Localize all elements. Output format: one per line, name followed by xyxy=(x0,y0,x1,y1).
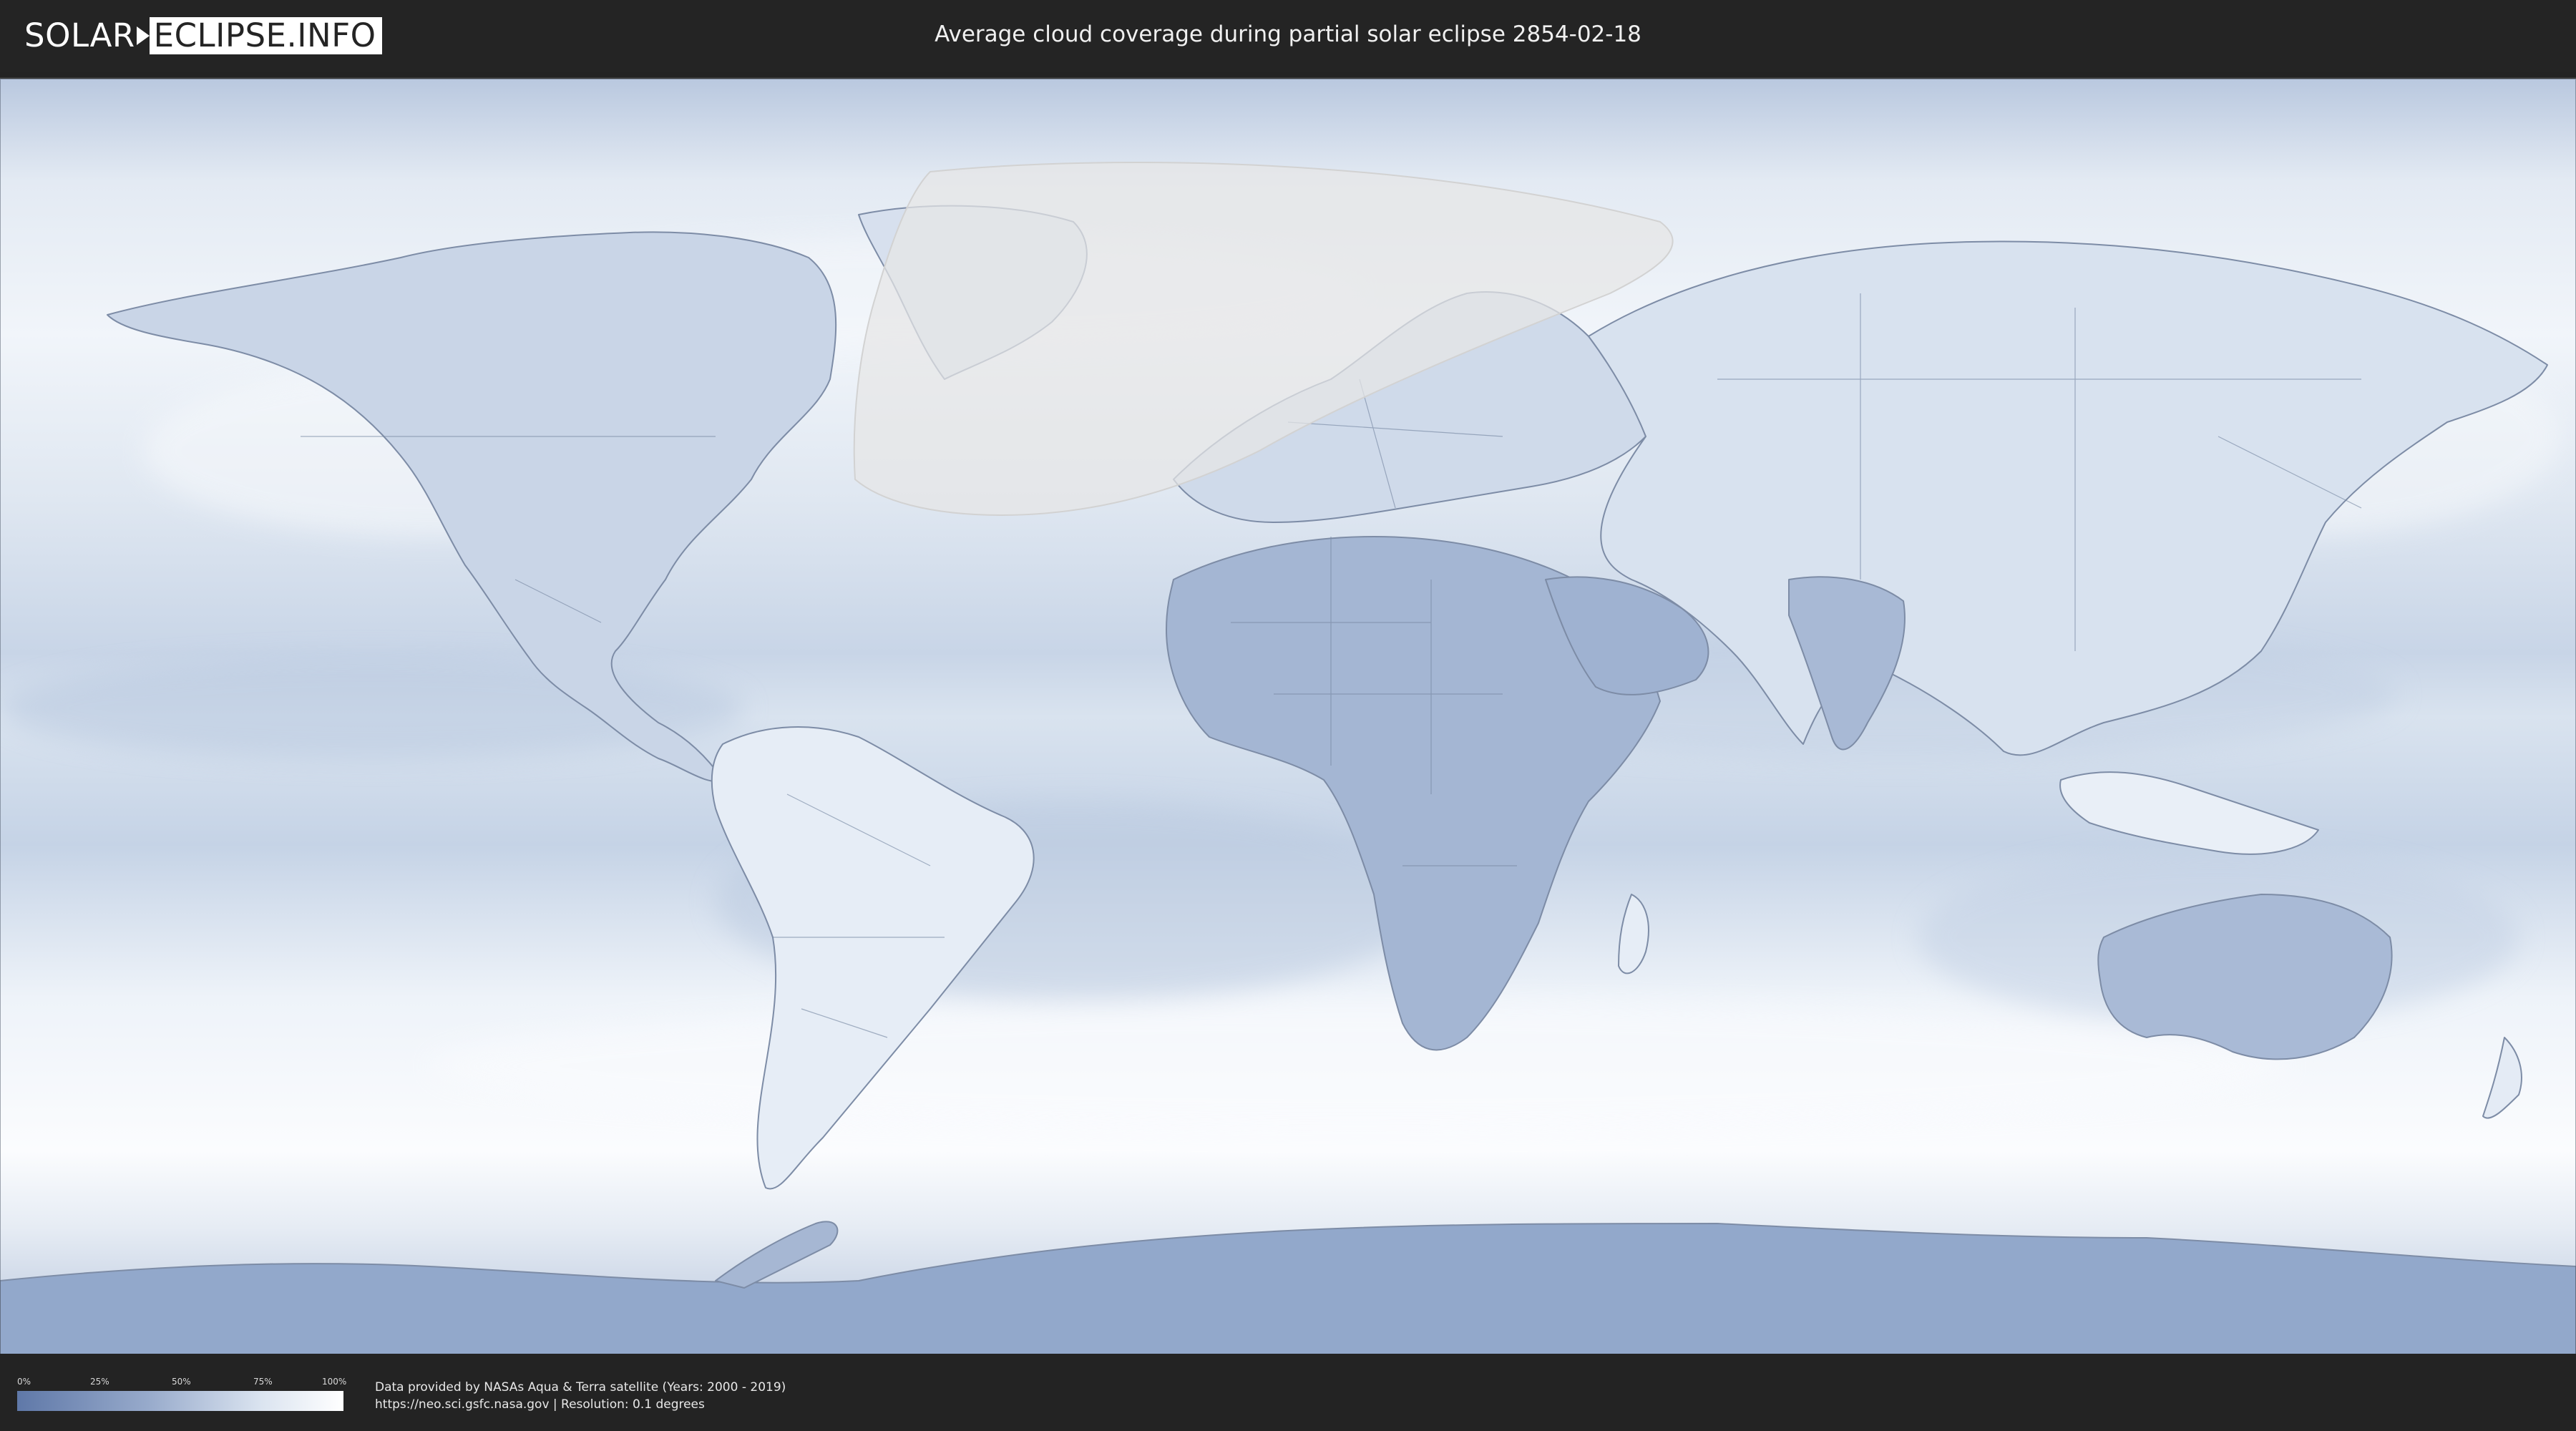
footer-bar: 0% 25% 50% 75% 100% Data provided by NAS… xyxy=(0,1357,2576,1431)
top-bar: SOLAR ECLIPSE.INFO Average cloud coverag… xyxy=(0,0,2576,72)
cloud-coverage-map[interactable] xyxy=(0,77,2576,1354)
data-source: https://neo.sci.gsfc.nasa.gov | Resoluti… xyxy=(375,1397,705,1412)
legend-tick-0: 0% xyxy=(17,1377,31,1387)
legend-tick-100: 100% xyxy=(322,1377,347,1387)
world-map-svg xyxy=(0,79,2576,1354)
legend-tick-50: 50% xyxy=(172,1377,191,1387)
data-credit: Data provided by NASAs Aqua & Terra sate… xyxy=(375,1380,786,1395)
legend-tick-75: 75% xyxy=(253,1377,273,1387)
legend-gradient-bar xyxy=(17,1391,343,1411)
page-title: Average cloud coverage during partial so… xyxy=(935,21,1641,47)
cloud-coverage-legend: 0% 25% 50% 75% 100% xyxy=(17,1377,347,1411)
legend-tick-25: 25% xyxy=(90,1377,109,1387)
